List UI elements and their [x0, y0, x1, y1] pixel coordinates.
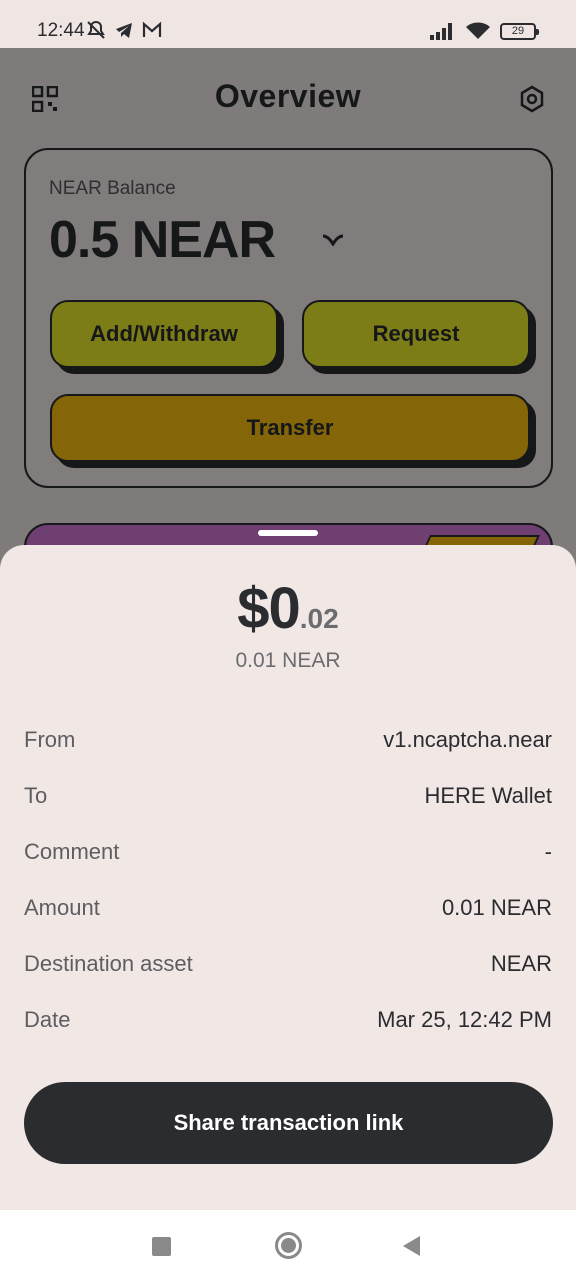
notifications-off-icon — [87, 20, 105, 39]
detail-value: Mar 25, 12:42 PM — [377, 1007, 552, 1032]
telegram-icon — [116, 23, 132, 38]
status-time: 12:44 — [37, 20, 85, 41]
usd-amount: $0.02 — [0, 575, 576, 642]
detail-label: Destination asset — [24, 951, 193, 976]
gmail-icon — [142, 21, 162, 37]
detail-label: From — [24, 727, 76, 752]
share-transaction-link-button[interactable]: Share transaction link — [24, 1082, 553, 1164]
wifi-icon — [466, 22, 490, 39]
transaction-sheet: $0.02 0.01 NEAR From v1.ncaptcha.near To… — [0, 545, 576, 1210]
sheet-drag-handle[interactable] — [258, 530, 318, 536]
usd-amount-main: $0 — [237, 576, 301, 641]
detail-value: HERE Wallet — [424, 783, 552, 808]
battery-icon: 29 — [500, 22, 539, 40]
navigation-bar — [0, 1210, 576, 1280]
detail-row-from: From v1.ncaptcha.near — [24, 725, 552, 755]
detail-value: NEAR — [490, 951, 552, 976]
near-amount: 0.01 NEAR — [235, 649, 341, 672]
signal-icon — [430, 23, 452, 40]
detail-row-to: To HERE Wallet — [24, 781, 552, 811]
detail-value: - — [544, 839, 552, 864]
detail-label: Amount — [24, 895, 100, 920]
home-icon[interactable] — [275, 1232, 302, 1259]
recent-apps-icon[interactable] — [152, 1237, 171, 1256]
detail-label: Date — [24, 1007, 71, 1032]
detail-value: 0.01 NEAR — [441, 895, 552, 920]
usd-amount-cents: .02 — [299, 603, 339, 634]
detail-row-destination-asset: Destination asset NEAR — [24, 949, 552, 979]
detail-row-amount: Amount 0.01 NEAR — [24, 893, 552, 923]
detail-value: v1.ncaptcha.near — [383, 727, 552, 752]
detail-label: Comment — [24, 839, 120, 864]
detail-label: To — [24, 783, 48, 808]
back-icon[interactable] — [403, 1236, 420, 1256]
status-bar: 12:44 29 — [0, 0, 576, 48]
detail-row-comment: Comment - — [24, 837, 552, 867]
detail-row-date: Date Mar 25, 12:42 PM — [24, 1005, 552, 1035]
